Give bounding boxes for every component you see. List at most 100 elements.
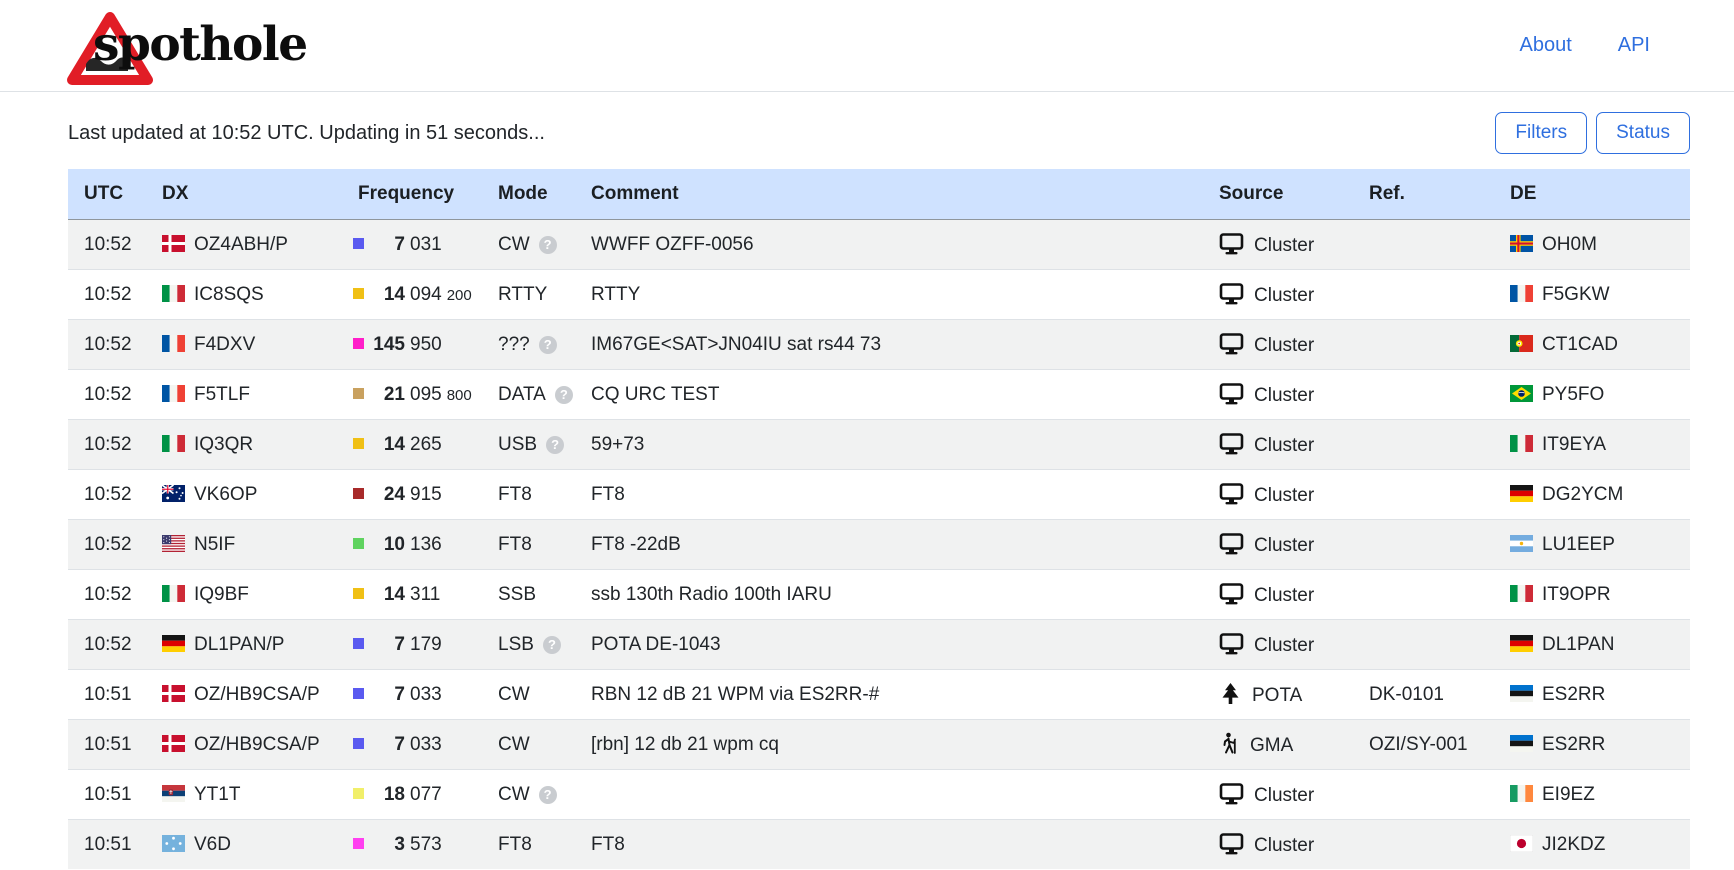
monitor-icon [1219, 482, 1244, 505]
de-callsign[interactable]: CT1CAD [1542, 334, 1618, 355]
denmark-flag-icon [162, 235, 185, 252]
freq-mhz: 7 [364, 634, 405, 656]
cell-dx: OZ/HB9CSA/P [154, 670, 350, 720]
band-color-square [353, 288, 364, 299]
cell-comment: ssb 130th Radio 100th IARU [583, 570, 1211, 620]
freq-khz: 077 [410, 784, 442, 805]
cell-ref [1361, 770, 1502, 820]
cell-source: Cluster [1211, 420, 1361, 470]
monitor-icon [1219, 532, 1244, 555]
mode-help-icon[interactable]: ? [539, 786, 557, 804]
aland-flag-icon [1510, 235, 1533, 252]
mode-help-icon[interactable]: ? [539, 236, 557, 254]
cell-dx: OZ4ABH/P [154, 220, 350, 270]
germany-flag-icon [1510, 485, 1533, 502]
de-callsign[interactable]: LU1EEP [1542, 534, 1615, 555]
italy-flag-icon [162, 435, 185, 452]
cell-utc: 10:51 [68, 770, 154, 820]
cell-mode: FT8 [490, 520, 583, 570]
de-callsign[interactable]: JI2KDZ [1542, 834, 1605, 855]
nav-link-api[interactable]: API [1618, 34, 1650, 57]
mode-label: CW [498, 684, 530, 705]
status-button[interactable]: Status [1596, 112, 1690, 154]
filters-button[interactable]: Filters [1495, 112, 1587, 154]
mode-label: CW [498, 234, 530, 255]
cell-ref [1361, 820, 1502, 870]
dx-callsign[interactable]: YT1T [194, 784, 240, 805]
de-callsign[interactable]: IT9EYA [1542, 434, 1606, 455]
source-label: Cluster [1254, 835, 1314, 856]
cell-frequency: 3573 [350, 820, 490, 870]
column-header-source: Source [1211, 169, 1361, 220]
cell-mode: USB? [490, 420, 583, 470]
de-callsign[interactable]: F5GKW [1542, 284, 1610, 305]
cell-de: IT9OPR [1502, 570, 1690, 620]
dx-callsign[interactable]: N5IF [194, 534, 235, 555]
de-callsign[interactable]: DG2YCM [1542, 484, 1623, 505]
dx-callsign[interactable]: V6D [194, 834, 231, 855]
mode-help-icon[interactable]: ? [555, 386, 573, 404]
dx-callsign[interactable]: VK6OP [194, 484, 257, 505]
cell-de: ES2RR [1502, 720, 1690, 770]
column-header-de: DE [1502, 169, 1690, 220]
cell-comment: FT8 [583, 820, 1211, 870]
dx-callsign[interactable]: DL1PAN/P [194, 634, 284, 655]
source-label: Cluster [1254, 285, 1314, 306]
mode-label: CW [498, 734, 530, 755]
monitor-icon [1219, 832, 1244, 855]
brand-name: spothole [93, 17, 307, 72]
mode-help-icon[interactable]: ? [546, 436, 564, 454]
cell-ref: DK-0101 [1361, 670, 1502, 720]
freq-mhz: 7 [364, 684, 405, 706]
cell-dx: YT1T [154, 770, 350, 820]
de-callsign[interactable]: DL1PAN [1542, 634, 1615, 655]
de-callsign[interactable]: ES2RR [1542, 734, 1605, 755]
de-callsign[interactable]: IT9OPR [1542, 584, 1611, 605]
spot-row: 10:51V6D3573FT8FT8ClusterJI2KDZ [68, 820, 1690, 870]
mode-help-icon[interactable]: ? [539, 336, 557, 354]
dx-callsign[interactable]: OZ4ABH/P [194, 234, 288, 255]
de-callsign[interactable]: OH0M [1542, 234, 1597, 255]
cell-utc: 10:52 [68, 220, 154, 270]
mode-help-icon[interactable]: ? [543, 636, 561, 654]
cell-de: ES2RR [1502, 670, 1690, 720]
band-color-square [353, 788, 364, 799]
dx-callsign[interactable]: IC8SQS [194, 284, 264, 305]
band-color-square [353, 738, 364, 749]
de-callsign[interactable]: PY5FO [1542, 384, 1604, 405]
cell-comment [583, 770, 1211, 820]
cell-mode: CW? [490, 220, 583, 270]
mode-label: FT8 [498, 834, 532, 855]
cell-source: GMA [1211, 720, 1361, 770]
cell-utc: 10:52 [68, 470, 154, 520]
cell-frequency: 7033 [350, 720, 490, 770]
nav-link-about[interactable]: About [1519, 34, 1571, 57]
dx-callsign[interactable]: OZ/HB9CSA/P [194, 684, 320, 705]
denmark-flag-icon [162, 735, 185, 752]
source-label: Cluster [1254, 585, 1314, 606]
cell-utc: 10:52 [68, 570, 154, 620]
monitor-icon [1219, 782, 1244, 805]
top-bar: spothole About API [0, 0, 1734, 92]
cell-mode: LSB? [490, 620, 583, 670]
dx-callsign[interactable]: IQ9BF [194, 584, 249, 605]
dx-callsign[interactable]: IQ3QR [194, 434, 253, 455]
de-callsign[interactable]: EI9EZ [1542, 784, 1595, 805]
cell-de: PY5FO [1502, 370, 1690, 420]
cell-utc: 10:52 [68, 420, 154, 470]
australia-flag-icon [162, 485, 185, 502]
cell-source: Cluster [1211, 470, 1361, 520]
dx-callsign[interactable]: F4DXV [194, 334, 255, 355]
band-color-square [353, 688, 364, 699]
brazil-flag-icon [1510, 385, 1533, 402]
cell-ref [1361, 520, 1502, 570]
band-color-square [353, 538, 364, 549]
dx-callsign[interactable]: OZ/HB9CSA/P [194, 734, 320, 755]
de-callsign[interactable]: ES2RR [1542, 684, 1605, 705]
dx-callsign[interactable]: F5TLF [194, 384, 250, 405]
cell-frequency: 7031 [350, 220, 490, 270]
cell-utc: 10:52 [68, 620, 154, 670]
cell-dx: F4DXV [154, 320, 350, 370]
cell-comment: CQ URC TEST [583, 370, 1211, 420]
italy-flag-icon [1510, 435, 1533, 452]
